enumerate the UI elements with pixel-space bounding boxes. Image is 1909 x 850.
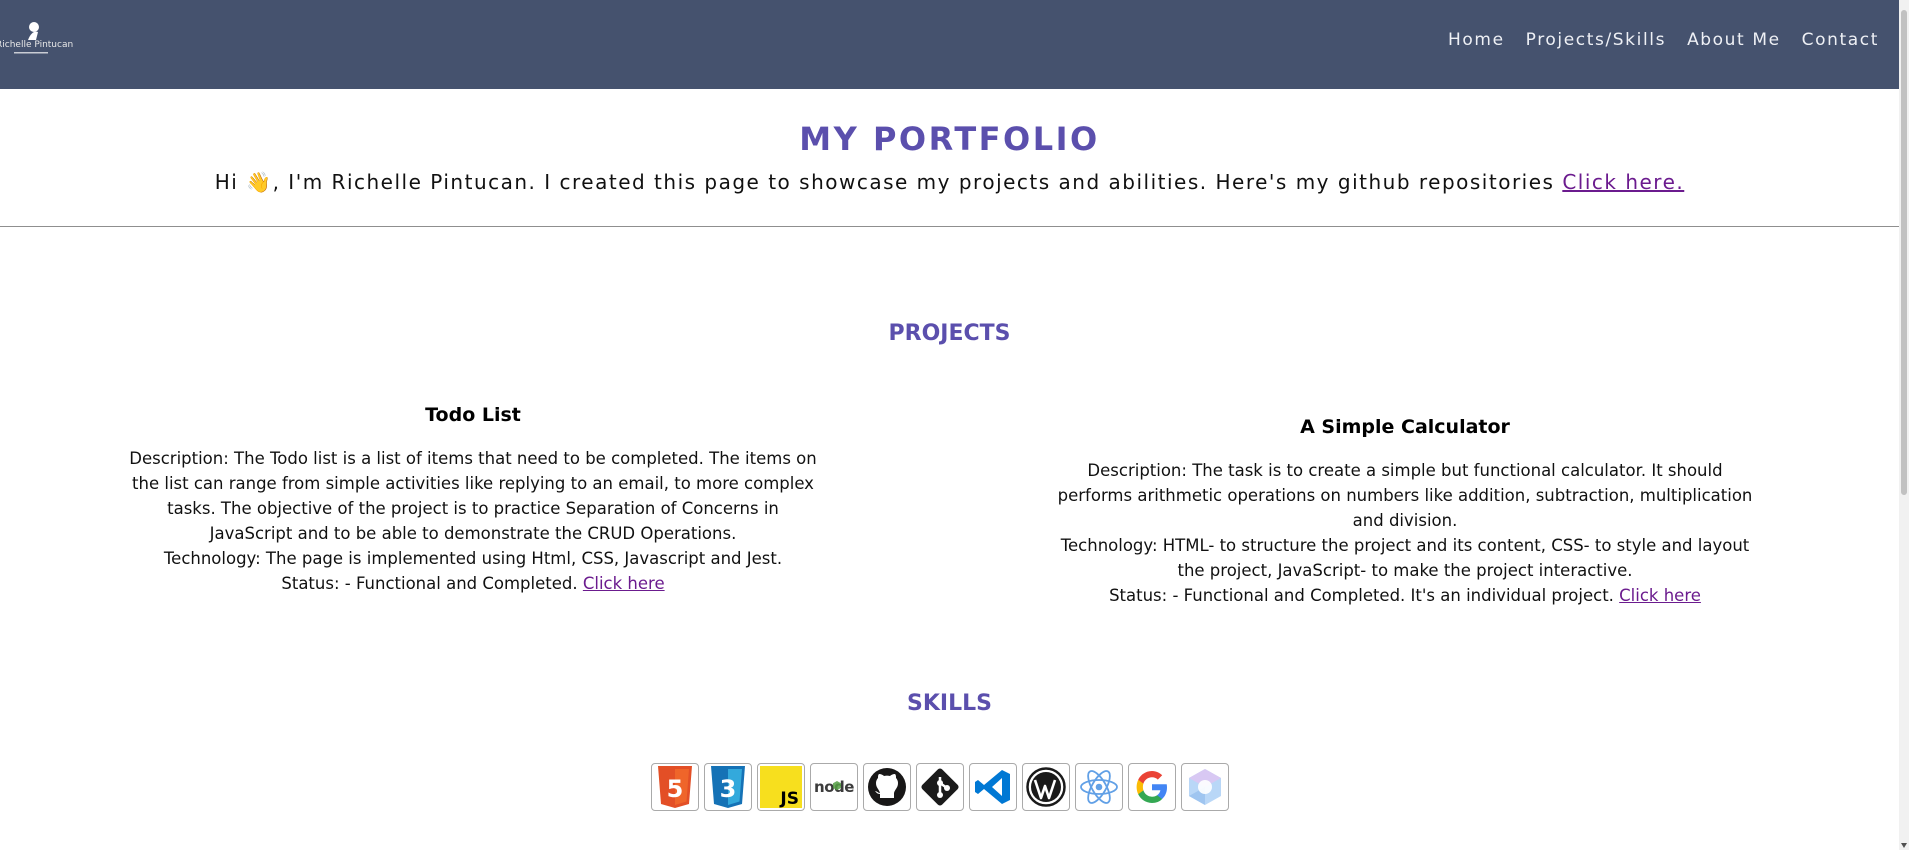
- project-status: Status: - Functional and Completed. Clic…: [128, 571, 818, 596]
- calculator-link[interactable]: Click here: [1619, 586, 1701, 605]
- logo-text: Richelle Pintucan: [0, 40, 73, 50]
- github-icon: [863, 763, 911, 811]
- css3-icon: 3: [704, 763, 752, 811]
- site-logo[interactable]: Richelle Pintucan: [0, 18, 80, 60]
- html5-icon: 5: [651, 763, 699, 811]
- nav-home[interactable]: Home: [1448, 30, 1505, 50]
- project-title: A Simple Calculator: [1300, 416, 1510, 438]
- github-repositories-link[interactable]: Click here.: [1562, 170, 1684, 194]
- skills-list: 5 3 JS node: [651, 763, 1229, 811]
- main-nav: Home Projects/Skills About Me Contact: [1448, 30, 1879, 50]
- svg-text:5: 5: [667, 775, 684, 803]
- project-description: Description: The Todo list is a list of …: [129, 449, 817, 543]
- navbar: Richelle Pintucan Home Projects/Skills A…: [0, 0, 1899, 89]
- google-icon: [1128, 763, 1176, 811]
- project-title: Todo List: [425, 404, 521, 426]
- react-icon: [1075, 763, 1123, 811]
- section-divider: [0, 226, 1899, 227]
- wordpress-icon: [1022, 763, 1070, 811]
- nav-contact[interactable]: Contact: [1802, 30, 1879, 50]
- todo-list-link[interactable]: Click here: [583, 574, 665, 593]
- project-status-text: Status: - Functional and Completed. It's…: [1109, 586, 1620, 605]
- page-title: MY PORTFOLIO: [799, 120, 1100, 158]
- intro-section: MY PORTFOLIO Hi 👋, I'm Richelle Pintucan…: [0, 120, 1899, 194]
- project-card-todo-list: Todo List Description: The Todo list is …: [128, 403, 818, 596]
- project-technology: Technology: The page is implemented usin…: [163, 549, 783, 568]
- project-card-calculator: A Simple Calculator Description: The tas…: [1053, 415, 1757, 608]
- nav-projects-skills[interactable]: Projects/Skills: [1526, 30, 1666, 50]
- javascript-icon: JS: [757, 763, 805, 811]
- page-scrollbar[interactable]: [1899, 0, 1909, 850]
- skills-heading: SKILLS: [907, 691, 992, 716]
- svg-text:JS: JS: [779, 789, 799, 808]
- project-status-text: Status: - Functional and Completed.: [281, 574, 583, 593]
- scrollbar-thumb[interactable]: [1901, 10, 1907, 495]
- git-icon: [916, 763, 964, 811]
- project-description: Description: The task is to create a sim…: [1057, 461, 1753, 530]
- project-technology: Technology: HTML- to structure the proje…: [1060, 536, 1750, 580]
- svg-text:3: 3: [720, 775, 737, 803]
- intro-text-body: Hi 👋, I'm Richelle Pintucan. I created t…: [214, 170, 1563, 194]
- nodejs-icon: node: [810, 763, 858, 811]
- projects-heading: PROJECTS: [888, 321, 1011, 346]
- nav-about-me[interactable]: About Me: [1687, 30, 1781, 50]
- vscode-icon: [969, 763, 1017, 811]
- power-automate-icon: [1181, 763, 1229, 811]
- intro-text: Hi 👋, I'm Richelle Pintucan. I created t…: [0, 170, 1899, 194]
- project-status: Status: - Functional and Completed. It's…: [1053, 583, 1757, 608]
- scroll-down-arrow-icon[interactable]: [1901, 843, 1907, 848]
